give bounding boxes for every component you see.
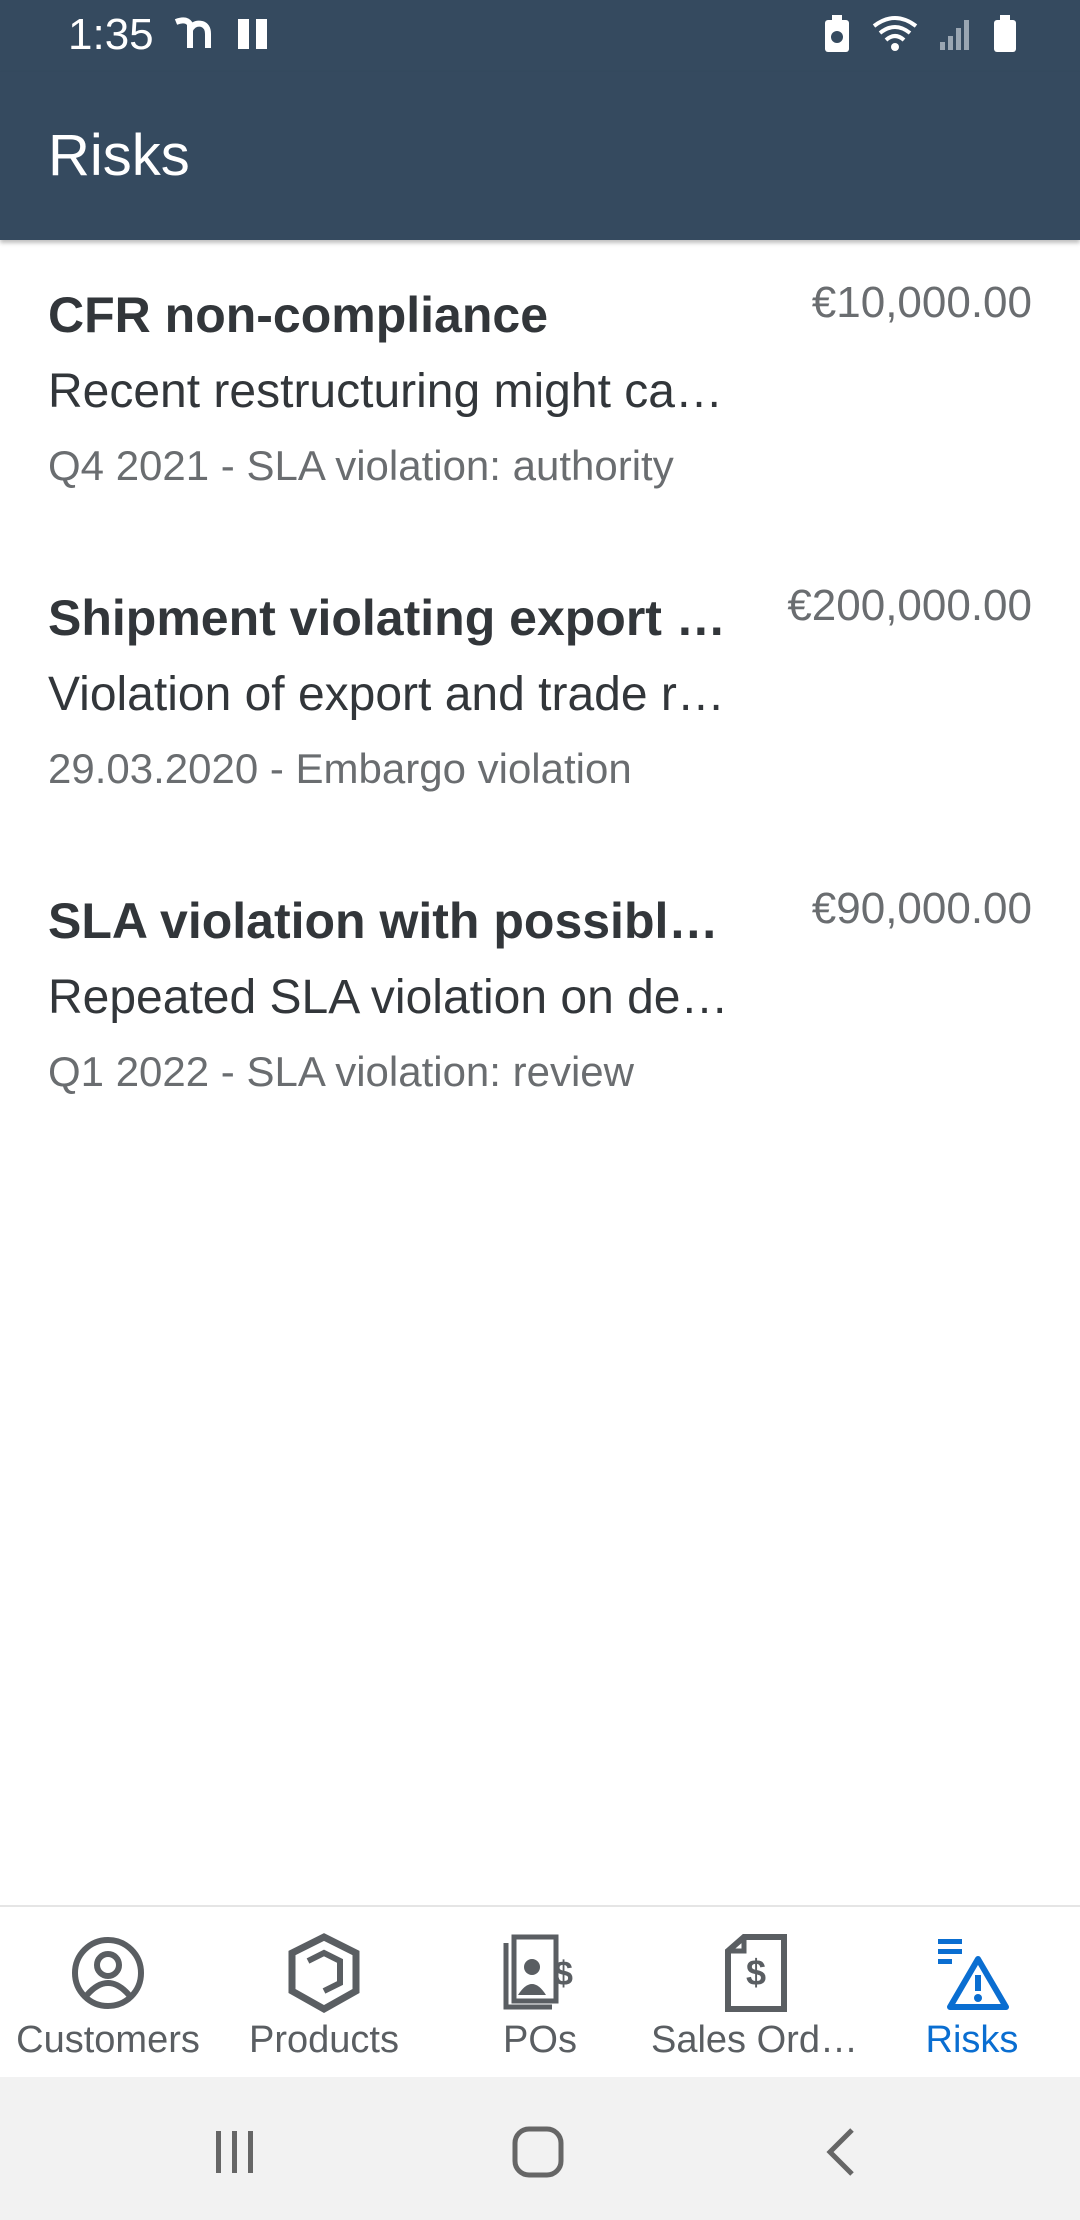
home-icon <box>512 2126 564 2178</box>
risk-amount: €90,000.00 <box>811 884 1032 933</box>
risk-title: SLA violation with possible penalty <box>48 893 738 949</box>
svg-text:$: $ <box>746 1952 766 1993</box>
risk-list: CFR non-compliance Recent restructuring … <box>0 242 1080 1151</box>
risk-description: Repeated SLA violation on delivery <box>48 971 738 1024</box>
risk-description: Recent restructuring might cause non-com… <box>48 365 738 418</box>
tab-label: Customers <box>16 2019 200 2061</box>
list-item[interactable]: SLA violation with possible penalty Repe… <box>0 848 1080 1151</box>
signal-icon <box>940 20 969 50</box>
bottom-tab-bar: Customers Products $ POs $ Sales Orders … <box>0 1905 1080 2077</box>
pause-notification-icon <box>238 19 267 49</box>
customer-icon <box>70 1931 146 2015</box>
risk-amount: €10,000.00 <box>811 278 1032 327</box>
risk-title: Shipment violating export restrictions <box>48 590 738 646</box>
battery-icon <box>994 15 1016 52</box>
risk-subtitle: Q4 2021 - SLA violation: authority <box>48 442 674 489</box>
battery-saver-icon <box>825 15 849 52</box>
notification-n-icon <box>174 17 211 48</box>
list-item[interactable]: CFR non-compliance Recent restructuring … <box>0 242 1080 545</box>
risk-amount: €200,000.00 <box>787 581 1032 630</box>
risk-subtitle: Q1 2022 - SLA violation: review <box>48 1048 634 1095</box>
system-navigation-bar <box>0 2077 1080 2220</box>
back-icon <box>826 2128 854 2176</box>
tab-label: Risks <box>925 2019 1019 2061</box>
recent-apps-button[interactable] <box>200 2117 270 2187</box>
risk-description: Violation of export and trade regulation… <box>48 668 738 721</box>
tab-label: Products <box>249 2019 399 2061</box>
recent-apps-icon <box>216 2131 253 2173</box>
tab-customers[interactable]: Customers <box>0 1907 216 2079</box>
status-time: 1:35 <box>68 10 154 59</box>
warning-icon <box>934 1931 1010 2015</box>
status-left-icons <box>172 16 270 52</box>
app-bar: Risks <box>0 72 1080 240</box>
svg-text:$: $ <box>554 1955 573 1993</box>
sales-order-icon: $ <box>724 1931 788 2015</box>
tab-label: POs <box>503 2019 577 2061</box>
back-button[interactable] <box>806 2117 876 2187</box>
list-item[interactable]: Shipment violating export restrictions V… <box>0 545 1080 848</box>
risk-title: CFR non-compliance <box>48 287 549 343</box>
home-button[interactable] <box>503 2117 573 2187</box>
purchase-order-icon: $ <box>502 1931 578 2015</box>
tab-products[interactable]: Products <box>216 1907 432 2079</box>
risk-subtitle: 29.03.2020 - Embargo violation <box>48 745 632 792</box>
product-box-icon <box>286 1931 362 2015</box>
tab-sales-orders[interactable]: $ Sales Orders <box>648 1907 864 2079</box>
tab-pos[interactable]: $ POs <box>432 1907 648 2079</box>
tab-label: Sales Orders <box>651 2019 861 2061</box>
status-bar: 1:35 <box>0 0 1080 72</box>
status-right-icons <box>822 14 1018 54</box>
tab-risks[interactable]: Risks <box>864 1907 1080 2079</box>
wifi-icon <box>872 16 918 51</box>
page-title: Risks <box>48 123 190 188</box>
